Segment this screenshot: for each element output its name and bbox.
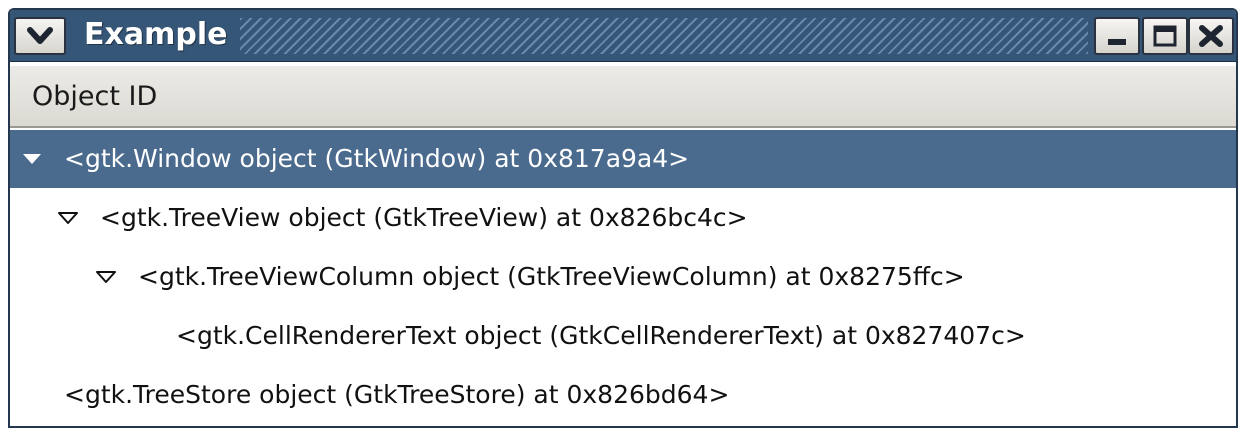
title-bar[interactable]: Example xyxy=(10,10,1236,62)
tree-row-label: <gtk.TreeViewColumn object (GtkTreeViewC… xyxy=(138,262,965,291)
window-title: Example xyxy=(84,17,228,52)
tree-row[interactable]: <gtk.Window object (GtkWindow) at 0x817a… xyxy=(10,130,1236,188)
minimize-button[interactable] xyxy=(1094,17,1140,55)
triangle-down-outline-icon xyxy=(58,212,78,224)
triangle-down-icon xyxy=(23,154,41,164)
window-menu-button[interactable] xyxy=(14,17,66,55)
tree-row-label: <gtk.TreeStore object (GtkTreeStore) at … xyxy=(64,380,730,409)
expander-triangle-icon[interactable] xyxy=(56,189,86,247)
title-bar-texture xyxy=(240,18,1088,54)
close-icon xyxy=(1199,25,1223,47)
expander-triangle-icon[interactable] xyxy=(94,248,124,306)
triangle-down-outline-icon xyxy=(96,271,116,283)
chevron-down-icon xyxy=(27,27,53,44)
tree-row[interactable]: <gtk.TreeStore object (GtkTreeStore) at … xyxy=(10,366,1236,424)
tree-row[interactable]: <gtk.TreeViewColumn object (GtkTreeViewC… xyxy=(10,248,1236,306)
tree-row-label: <gtk.CellRendererText object (GtkCellRen… xyxy=(176,321,1026,350)
column-header-label: Object ID xyxy=(32,81,158,112)
tree-row-label: <gtk.TreeView object (GtkTreeView) at 0x… xyxy=(100,203,748,232)
maximize-button[interactable] xyxy=(1142,17,1188,55)
column-header-object-id[interactable]: Object ID xyxy=(10,64,1236,128)
maximize-icon xyxy=(1153,25,1177,47)
close-button[interactable] xyxy=(1188,17,1234,55)
minimize-icon xyxy=(1108,39,1126,45)
tree-row[interactable]: <gtk.CellRendererText object (GtkCellRen… xyxy=(10,307,1236,365)
tree-row[interactable]: <gtk.TreeView object (GtkTreeView) at 0x… xyxy=(10,189,1236,247)
application-window: Example Object ID <gtk.Window object (Gt… xyxy=(8,8,1238,428)
tree-row-label: <gtk.Window object (GtkWindow) at 0x817a… xyxy=(64,144,690,173)
expander-triangle-icon[interactable] xyxy=(20,130,50,188)
